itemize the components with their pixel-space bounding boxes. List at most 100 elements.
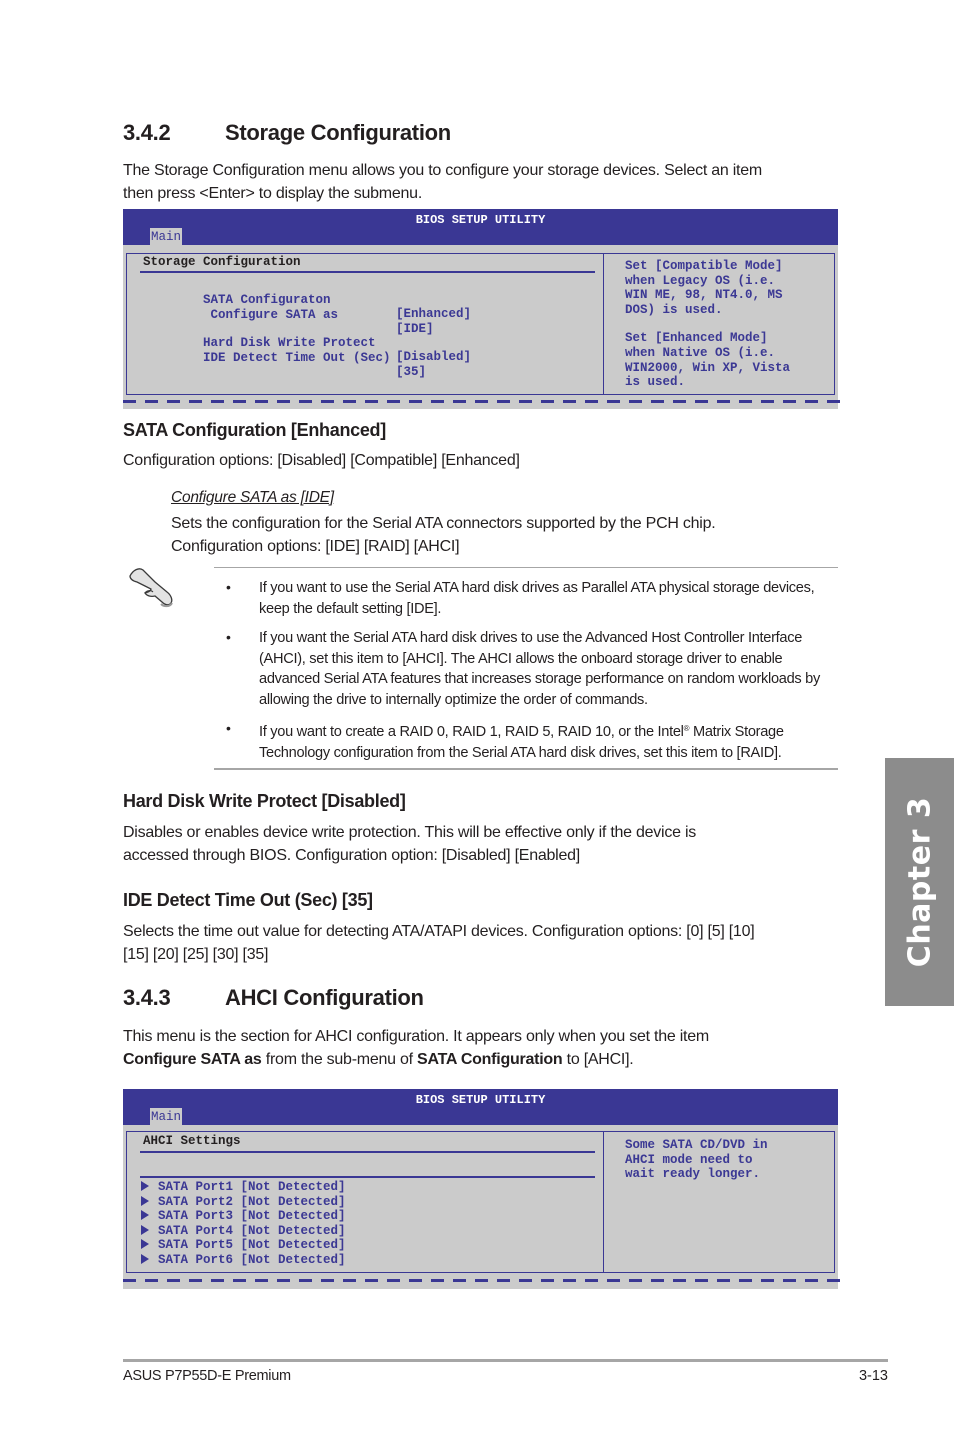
footer-rule: [123, 1359, 888, 1362]
help-line: Some SATA CD/DVD in: [625, 1138, 768, 1152]
submenu-arrow-icon: [141, 1181, 149, 1191]
intro-text: to [AHCI].: [562, 1051, 634, 1068]
item-value: [Enhanced]: [396, 307, 472, 321]
tab-main[interactable]: Main: [150, 228, 183, 245]
submenu-arrow-icon: [141, 1210, 149, 1220]
bold-term: Configure SATA as: [123, 1051, 262, 1068]
port-label: SATA Port1 [Not Detected]: [158, 1180, 346, 1194]
intro-text: from the sub-menu of: [261, 1051, 418, 1068]
bios-screen-storage: BIOS SETUP UTILITY Main Storage Configur…: [123, 209, 842, 409]
submenu-arrow-icon: [141, 1195, 149, 1206]
item-value: [35]: [396, 365, 427, 379]
help-line: when Native OS (i.e.: [625, 345, 776, 360]
port-label: SATA Port6 [Not Detected]: [158, 1252, 346, 1267]
note-item-raid: If you want to create a RAID 0, RAID 1, …: [259, 719, 839, 763]
bios-dashed-separator: [123, 1279, 842, 1282]
help-line: AHCI mode need to: [625, 1152, 753, 1167]
item-label: Configure SATA as: [203, 308, 339, 322]
bold-term: SATA Configuration: [417, 1051, 563, 1068]
help-spacer: [625, 317, 834, 331]
bios-help-pane: Some SATA CD/DVD in AHCI mode need to wa…: [604, 1132, 834, 1272]
bios-title: BIOS SETUP UTILITY: [415, 1093, 546, 1107]
submenu-arrow-icon: [141, 1239, 149, 1249]
sata-configuration-heading: SATA Configuration [Enhanced]: [123, 420, 386, 440]
bios-left-pane: Storage Configuration SATA Configuraton …: [127, 254, 604, 394]
sata-port1-item[interactable]: SATA Port1 [Not Detected]: [141, 1180, 346, 1194]
item-value: [Disabled]: [396, 350, 472, 364]
submenu-arrow-icon: [141, 1224, 149, 1235]
ide-detect-timeout-description: Selects the time out value for detecting…: [123, 920, 755, 966]
section-number: 3.4.3: [123, 985, 171, 1010]
sata-port4-item[interactable]: SATA Port4 [Not Detected]: [141, 1224, 346, 1238]
ide-detect-timeout-heading: IDE Detect Time Out (Sec) [35]: [123, 890, 373, 910]
bullet: •: [226, 629, 231, 645]
sata-port3-item[interactable]: SATA Port3 [Not Detected]: [141, 1209, 346, 1223]
hard-disk-write-protect-description: Disables or enables device write protect…: [123, 821, 696, 867]
help-line: Set [Enhanced Mode]: [625, 331, 768, 346]
help-line: when Legacy OS (i.e.: [625, 273, 776, 288]
bullet: •: [226, 720, 231, 736]
note-text: If you want to create a RAID 0, RAID 1, …: [259, 724, 684, 740]
bios-dashed-separator: [123, 400, 842, 403]
pane-divider: [140, 1176, 595, 1178]
bios-left-pane: AHCI Settings SATA Port1 [Not Detected] …: [127, 1132, 604, 1272]
desc-line-1: Selects the time out value for detecting…: [123, 923, 755, 940]
section-title: AHCI Configuration: [225, 985, 424, 1010]
bios-help-pane: Set [Compatible Mode] when Legacy OS (i.…: [604, 254, 834, 394]
bios-frame: Storage Configuration SATA Configuraton …: [126, 253, 835, 395]
tab-main[interactable]: Main: [150, 1108, 183, 1125]
desc-line-1: Sets the configuration for the Serial AT…: [171, 515, 716, 532]
hand-pointer-icon: [127, 562, 179, 613]
section-title: Storage Configuration: [225, 120, 451, 145]
chapter-tab: Chapter 3: [885, 758, 954, 1006]
port-label: SATA Port3 [Not Detected]: [158, 1209, 346, 1223]
bios-item-ide-detect-timeout[interactable]: IDE Detect Time Out (Sec) [35]: [143, 337, 426, 393]
note-item-ide: If you want to use the Serial ATA hard d…: [259, 580, 815, 617]
ahci-intro-paragraph: This menu is the section for AHCI config…: [123, 1025, 709, 1071]
desc-line-2: Configuration options: [IDE] [RAID] [AHC…: [171, 538, 460, 555]
configure-sata-as-description: Sets the configuration for the Serial AT…: [171, 512, 716, 558]
footer-page-number: 3-13: [858, 1368, 888, 1384]
item-value: [IDE]: [396, 322, 434, 336]
port-label: SATA Port5 [Not Detected]: [158, 1238, 346, 1252]
pane-divider: [140, 1151, 595, 1153]
item-label: IDE Detect Time Out (Sec): [203, 351, 391, 365]
pane-title: Storage Configuration: [143, 255, 301, 269]
help-line: DOS) is used.: [625, 302, 723, 317]
pane-divider: [140, 271, 595, 273]
sata-port5-item[interactable]: SATA Port5 [Not Detected]: [141, 1238, 346, 1252]
note-top-rule: [214, 567, 838, 568]
section-heading-ahci-configuration: 3.4.3 AHCI Configuration: [123, 985, 424, 1011]
desc-line-2: [15] [20] [25] [30] [35]: [123, 946, 269, 963]
bios-header: BIOS SETUP UTILITY Main: [123, 1089, 838, 1125]
section-heading-storage-configuration: 3.4.2 Storage Configuration: [123, 120, 451, 146]
sata-port2-item[interactable]: SATA Port2 [Not Detected]: [141, 1195, 346, 1209]
note-bottom-rule: [214, 768, 838, 770]
bios-frame: AHCI Settings SATA Port1 [Not Detected] …: [126, 1131, 835, 1273]
port-label: SATA Port2 [Not Detected]: [158, 1194, 346, 1209]
chapter-label: Chapter 3: [902, 796, 937, 968]
bios-title: BIOS SETUP UTILITY: [415, 213, 546, 227]
bios-header: BIOS SETUP UTILITY Main: [123, 209, 838, 245]
intro-paragraph: The Storage Configuration menu allows yo…: [123, 159, 762, 205]
sata-port6-item[interactable]: SATA Port6 [Not Detected]: [141, 1253, 346, 1267]
port-label: SATA Port4 [Not Detected]: [158, 1223, 346, 1238]
note-item-ahci: If you want the Serial ATA hard disk dri…: [259, 630, 820, 708]
configure-sata-as-title: Configure SATA as [IDE]: [171, 489, 334, 506]
sata-configuration-options: Configuration options: [Disabled] [Compa…: [123, 452, 520, 469]
help-line: Set [Compatible Mode]: [625, 259, 783, 273]
pane-title: AHCI Settings: [143, 1134, 241, 1148]
submenu-arrow-icon: [141, 1253, 149, 1264]
intro-line-1: This menu is the section for AHCI config…: [123, 1028, 709, 1045]
help-line: WIN2000, Win XP, Vista: [625, 360, 791, 375]
configure-sata-as-heading: Configure SATA as [IDE]: [171, 486, 334, 509]
intro-line-1: The Storage Configuration menu allows yo…: [123, 162, 762, 179]
bullet: •: [226, 579, 231, 595]
desc-line-1: Disables or enables device write protect…: [123, 824, 697, 841]
intro-line-2: then press <Enter> to display the submen…: [123, 185, 423, 202]
footer-product-name: ASUS P7P55D-E Premium: [123, 1368, 291, 1384]
hard-disk-write-protect-heading: Hard Disk Write Protect [Disabled]: [123, 791, 406, 811]
help-line: WIN ME, 98, NT4.0, MS: [625, 288, 783, 303]
desc-line-2: accessed through BIOS. Configuration opt…: [123, 847, 580, 864]
help-line: wait ready longer.: [625, 1167, 761, 1182]
